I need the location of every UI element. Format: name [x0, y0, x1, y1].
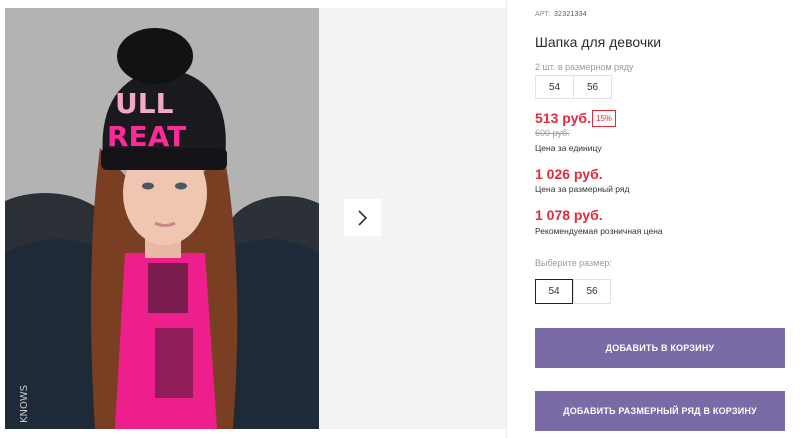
sku-number: 32321334: [554, 11, 587, 18]
old-price: 600 руб.: [535, 128, 570, 138]
size-option-54[interactable]: 54: [535, 279, 573, 304]
product-photo[interactable]: ULL REAT KNOWS: [5, 8, 319, 429]
pack-size-54: 54: [535, 75, 574, 99]
choose-size-label: Выберите размер:: [535, 258, 612, 268]
add-pack-to-cart-button[interactable]: ДОБАВИТЬ РАЗМЕРНЫЙ РЯД В КОРЗИНУ: [535, 391, 785, 431]
product-title: Шапка для девочки: [535, 34, 662, 50]
size-option-56[interactable]: 56: [573, 279, 611, 304]
column-divider: [506, 0, 507, 438]
svg-text:KNOWS: KNOWS: [19, 385, 30, 423]
product-photo-illustration: ULL REAT KNOWS: [5, 8, 319, 429]
pack-size-label: 2 шт. в размерном ряду: [535, 62, 634, 72]
retail-price: 1 078 руб.: [535, 207, 603, 223]
discount-badge: 15%: [592, 110, 616, 127]
pack-size-56: 56: [573, 75, 612, 99]
product-gallery: ULL REAT KNOWS: [0, 0, 506, 438]
chevron-right-icon: [357, 209, 367, 226]
pack-price: 1 026 руб.: [535, 166, 603, 182]
sku-label: АРТ:: [535, 11, 552, 18]
svg-text:REAT: REAT: [107, 120, 186, 153]
unit-price-caption: Цена за единицу: [535, 143, 602, 153]
current-price: 513 руб.: [535, 110, 591, 126]
next-image-button[interactable]: [344, 199, 381, 236]
retail-price-caption: Рекомендуемая розничная цена: [535, 226, 663, 236]
svg-text:ULL: ULL: [115, 87, 174, 120]
pack-price-caption: Цена за размерный ряд: [535, 184, 630, 194]
sku: АРТ: 32321334: [535, 11, 587, 18]
add-to-cart-button[interactable]: ДОБАВИТЬ В КОРЗИНУ: [535, 328, 785, 368]
